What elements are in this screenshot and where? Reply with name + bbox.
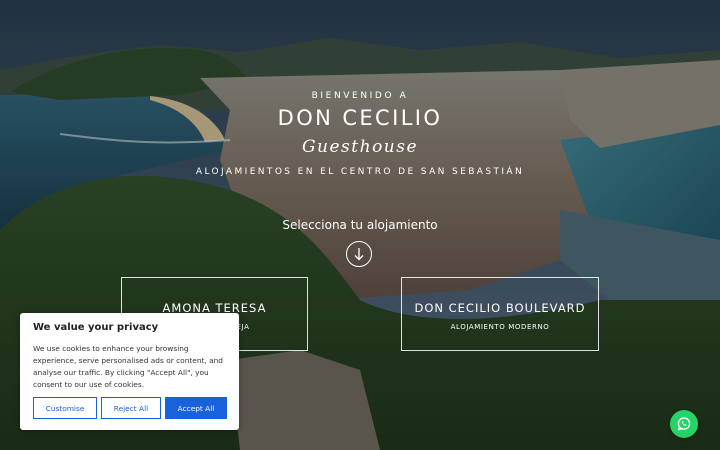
customise-button[interactable]: Customise bbox=[33, 397, 97, 419]
card-title: DON CECILIO BOULEVARD bbox=[414, 301, 586, 315]
scroll-down-button[interactable] bbox=[346, 241, 372, 267]
whatsapp-icon bbox=[677, 417, 691, 431]
card-subtitle: ALOJAMIENTO MODERNO bbox=[450, 323, 550, 331]
welcome-kicker: BIENVENIDO A bbox=[311, 91, 409, 101]
cookie-buttons: Customise Reject All Accept All bbox=[33, 397, 227, 419]
cookie-consent-banner: We value your privacy We use cookies to … bbox=[20, 313, 239, 430]
select-accommodation-label: Selecciona tu alojamiento bbox=[282, 218, 438, 232]
brand-script-subtitle: Guesthouse bbox=[301, 137, 419, 157]
cookie-title: We value your privacy bbox=[33, 322, 159, 333]
hero-tagline: ALOJAMIENTOS EN EL CENTRO DE SAN SEBASTI… bbox=[195, 167, 525, 177]
whatsapp-button[interactable] bbox=[670, 410, 698, 438]
brand-title: DON CECILIO bbox=[277, 106, 443, 130]
reject-all-button[interactable]: Reject All bbox=[101, 397, 161, 419]
cookie-description: We use cookies to enhance your browsing … bbox=[33, 344, 224, 389]
arrow-down-icon bbox=[354, 248, 364, 261]
card-don-cecilio-boulevard[interactable]: DON CECILIO BOULEVARD ALOJAMIENTO MODERN… bbox=[401, 277, 599, 351]
accept-all-button[interactable]: Accept All bbox=[165, 397, 227, 419]
